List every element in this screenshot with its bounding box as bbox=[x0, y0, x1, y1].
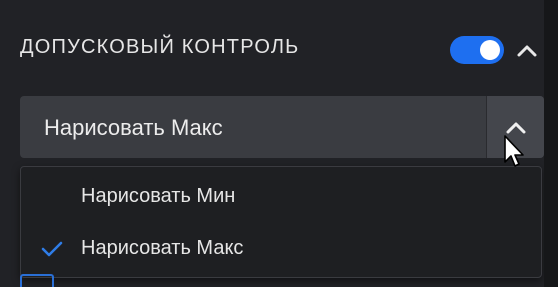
dropdown-option-draw-min[interactable]: Нарисовать Мин bbox=[21, 171, 541, 223]
section-title: ДОПУСКОВЫЙ КОНТРОЛЬ bbox=[20, 36, 300, 58]
option-label: Нарисовать Мин bbox=[81, 185, 236, 207]
option-label: Нарисовать Макс bbox=[81, 237, 244, 259]
limit-test-section-header[interactable]: ДОПУСКОВЫЙ КОНТРОЛЬ bbox=[0, 0, 544, 96]
select-current-value: Нарисовать Макс bbox=[44, 115, 223, 140]
partially-hidden-control bbox=[20, 274, 54, 287]
limit-test-toggle[interactable] bbox=[450, 36, 504, 64]
draw-mode-select[interactable]: Нарисовать Макс bbox=[20, 96, 544, 158]
toggle-knob bbox=[480, 40, 500, 60]
chevron-up-icon bbox=[506, 122, 526, 134]
dropdown-option-draw-max[interactable]: Нарисовать Макс bbox=[21, 223, 541, 275]
checkmark-icon bbox=[41, 241, 63, 257]
collapse-button[interactable] bbox=[514, 36, 540, 64]
select-toggle-button[interactable] bbox=[487, 96, 544, 158]
draw-mode-dropdown: Нарисовать Мин Нарисовать Макс bbox=[20, 166, 542, 278]
settings-panel: ДОПУСКОВЫЙ КОНТРОЛЬ Нарисовать Макс Нари… bbox=[0, 0, 558, 287]
chevron-up-icon bbox=[517, 45, 537, 57]
panel-edge bbox=[544, 0, 558, 287]
